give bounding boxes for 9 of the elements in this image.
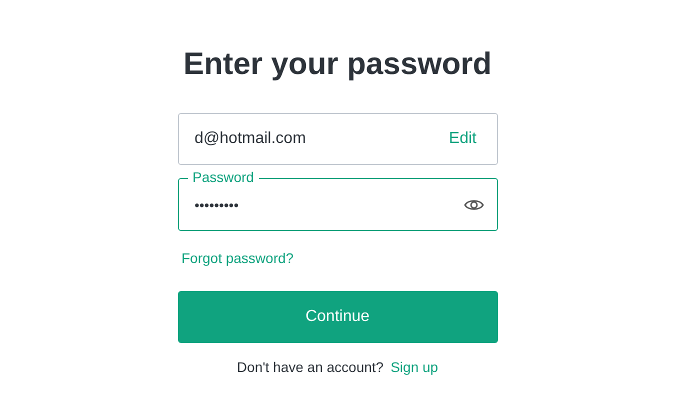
eye-icon[interactable]	[464, 198, 484, 212]
field-label: Password	[188, 169, 259, 185]
signup-prompt: Don't have an account?	[236, 359, 384, 375]
email-field[interactable]: d@hotmail.com Edit	[178, 113, 498, 165]
continue-button[interactable]: Continue	[178, 291, 498, 343]
edit-link[interactable]: Edit	[448, 130, 476, 148]
forgot-password-link[interactable]: Forgot password?	[182, 250, 294, 266]
signup-link[interactable]: Sign up	[390, 359, 438, 375]
page-title: Enter your password	[182, 45, 493, 83]
